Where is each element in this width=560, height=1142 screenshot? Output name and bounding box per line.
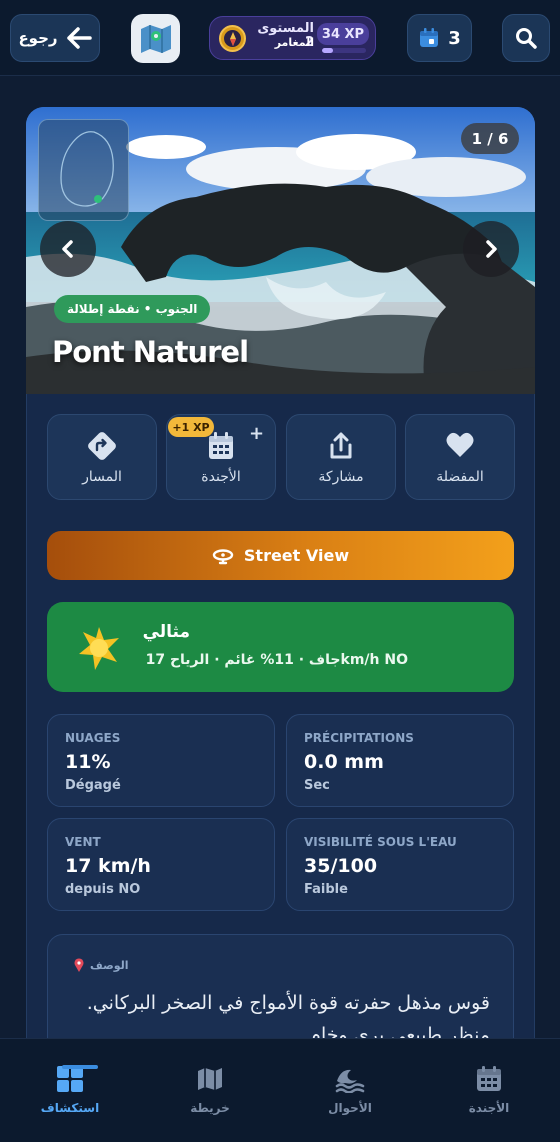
stat-card-precipitation: PRÉCIPITATIONS 0.0 mm Sec xyxy=(286,714,514,807)
favorite-label: المفضلة xyxy=(436,469,484,485)
stat-key: NUAGES xyxy=(65,731,121,745)
directions-icon xyxy=(88,432,116,460)
weather-summary-card: مثالي جاف · 11% غائم · الرياح 17km/h NO xyxy=(47,602,514,692)
photo-carousel[interactable]: 1 / 6 الجنوب • نقطة إطلالة Pont Naturel xyxy=(26,107,535,394)
level-xp-pill[interactable]: المستوى 2 المغامر 34 XP xyxy=(209,16,376,60)
bottom-navigation: استكشاف خريطة الأحوال الأجندة xyxy=(0,1038,560,1142)
active-tab-indicator xyxy=(62,1065,98,1069)
nav-tab-agenda[interactable]: الأجندة xyxy=(429,1065,549,1115)
wave-icon xyxy=(335,1069,365,1093)
share-button[interactable]: مشاركة xyxy=(286,414,396,500)
description-label: الوصف xyxy=(90,958,129,972)
island-outline-icon xyxy=(60,131,114,207)
weather-title: مثالي xyxy=(142,622,190,642)
previous-photo-button[interactable] xyxy=(40,221,96,277)
stat-sub: Dégagé xyxy=(65,778,121,793)
nav-label-conditions: الأحوال xyxy=(328,1101,372,1115)
stat-value: 35/100 xyxy=(304,855,378,877)
favorite-button[interactable]: المفضلة xyxy=(405,414,515,500)
compass-icon xyxy=(219,25,246,52)
agenda-label: الأجندة xyxy=(201,469,241,485)
nav-tab-conditions[interactable]: الأحوال xyxy=(290,1065,410,1115)
app-logo-map-icon[interactable] xyxy=(131,14,180,63)
stat-card-clouds: NUAGES 11% Dégagé xyxy=(47,714,275,807)
xp-progress-bar xyxy=(322,48,366,53)
stat-key: PRÉCIPITATIONS xyxy=(304,731,414,745)
next-photo-button[interactable] xyxy=(463,221,519,277)
back-label: رجوع xyxy=(18,29,58,47)
pin-icon xyxy=(74,958,84,972)
place-title: Pont Naturel xyxy=(52,335,249,369)
location-minimap[interactable] xyxy=(38,119,129,221)
share-icon xyxy=(330,432,352,459)
nav-tab-explore[interactable]: استكشاف xyxy=(10,1065,130,1115)
agenda-count: 3 xyxy=(448,27,461,49)
calendar-icon xyxy=(420,28,439,47)
search-icon xyxy=(516,28,537,49)
route-button[interactable]: المسار xyxy=(47,414,157,500)
chevron-left-icon xyxy=(62,240,73,258)
grid-icon xyxy=(57,1066,83,1092)
top-bar: رجوع المستوى 2 المغامر 34 XP 3 xyxy=(0,0,560,76)
street-view-label: Street View xyxy=(243,546,350,565)
weather-details: جاف · 11% غائم · الرياح 17km/h NO xyxy=(145,652,408,668)
stat-value: 0.0 mm xyxy=(304,751,384,773)
back-button[interactable]: رجوع xyxy=(10,14,100,62)
plus-icon: + xyxy=(249,423,265,444)
sun-star-icon xyxy=(79,627,119,670)
route-label: المسار xyxy=(82,469,122,485)
stat-sub: Faible xyxy=(304,882,348,897)
xp-reward-chip: +1 XP xyxy=(168,417,214,437)
level-title: المغامر xyxy=(274,36,314,49)
search-button[interactable] xyxy=(502,14,550,62)
stat-value: 11% xyxy=(65,751,111,773)
stat-key: VISIBILITÉ SOUS L'EAU xyxy=(304,835,457,849)
arrow-left-icon xyxy=(66,27,92,49)
nav-label-agenda: الأجندة xyxy=(468,1101,510,1115)
description-header: الوصف xyxy=(74,958,129,972)
region-category-tag: الجنوب • نقطة إطلالة xyxy=(54,295,211,323)
nav-label-explore: استكشاف xyxy=(40,1101,100,1115)
place-detail-card: المسار الأجندة +1 XP + مشاركة المفضلة St… xyxy=(26,394,535,1084)
street-view-button[interactable]: Street View xyxy=(47,531,514,580)
stat-card-wind: VENT 17 km/h depuis NO xyxy=(47,818,275,911)
nav-tab-map[interactable]: خريطة xyxy=(150,1065,270,1115)
xp-progress-fill xyxy=(322,48,333,53)
nav-label-map: خريطة xyxy=(190,1101,230,1115)
stat-sub: depuis NO xyxy=(65,882,141,897)
stat-card-underwater-visibility: VISIBILITÉ SOUS L'EAU 35/100 Faible xyxy=(286,818,514,911)
map-icon xyxy=(198,1068,222,1090)
street-view-rotate-icon xyxy=(212,548,234,564)
share-label: مشاركة xyxy=(318,469,364,485)
stat-key: VENT xyxy=(65,835,101,849)
stat-sub: Sec xyxy=(304,778,330,793)
heart-icon xyxy=(446,432,474,457)
photo-counter: 1 / 6 xyxy=(461,123,519,154)
xp-badge: 34 XP xyxy=(317,23,369,45)
calendar-icon xyxy=(477,1066,501,1091)
chevron-right-icon xyxy=(486,240,497,258)
agenda-count-button[interactable]: 3 xyxy=(407,14,472,62)
stat-value: 17 km/h xyxy=(65,855,151,877)
calendar-icon xyxy=(209,432,233,459)
